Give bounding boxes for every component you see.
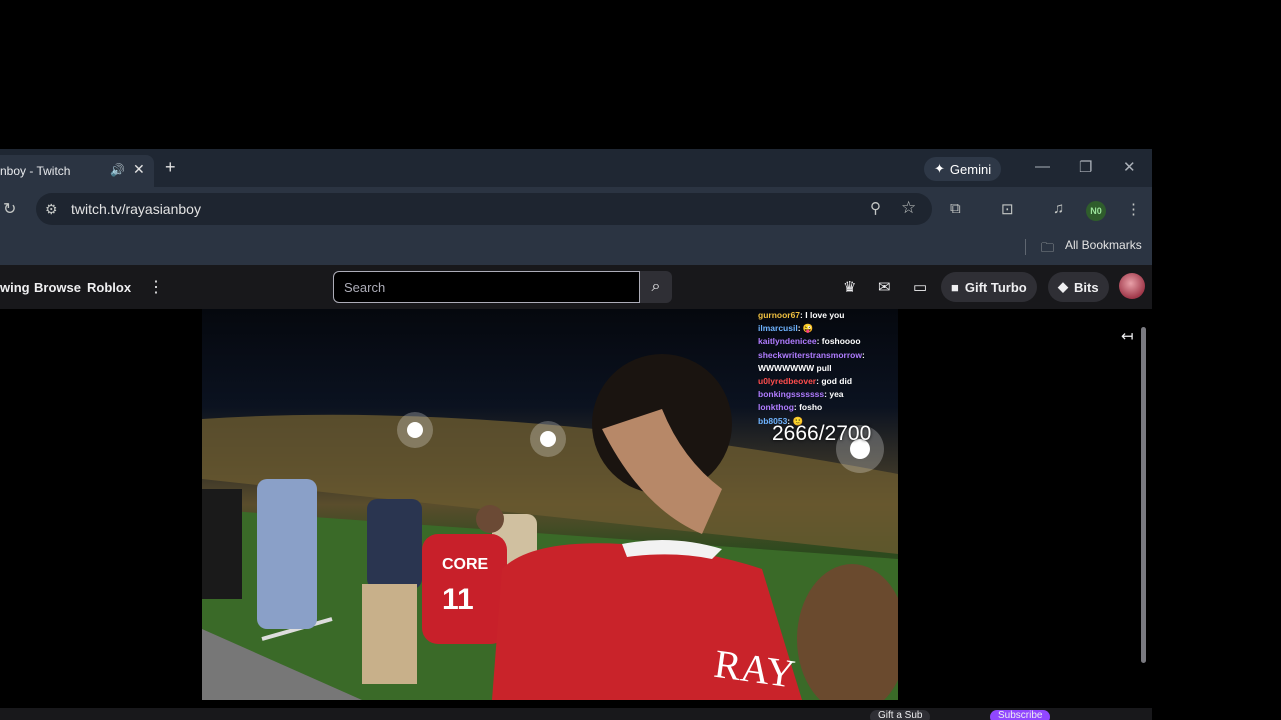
address-bar[interactable]: ⚙ twitch.tv/rayasianboy ⚲ ☆ [36,193,932,225]
stream-content: CORE 11 RAY gurnoor67: I love you ilmarc… [0,309,1152,720]
emote-icon: 😜 [802,323,814,334]
url-text[interactable]: twitch.tv/rayasianboy [71,201,201,217]
gift-turbo-button[interactable]: ■ Gift Turbo [941,272,1037,302]
svg-text:CORE: CORE [442,556,489,573]
tab-title: nboy - Twitch [0,164,71,178]
close-tab-icon[interactable]: ✕ [133,161,145,178]
browser-toolbar: ↻ ⚙ twitch.tv/rayasianboy ⚲ ☆ ⧉ ⊡ ♫ N0 ⋮ [0,187,1152,231]
gift-sub-button[interactable]: Gift a Sub [870,710,931,720]
inbox-icon[interactable]: ✉ [878,278,891,296]
video-icon: ■ [951,279,959,295]
reload-icon[interactable]: ↻ [3,199,16,219]
gemini-label: Gemini [949,161,992,177]
nav-following[interactable]: wing [0,280,30,295]
bits-icon: ◆ [1058,279,1068,294]
chat-line: lonkthog: fosho [758,402,823,413]
all-bookmarks-link[interactable]: All Bookmarks [1065,238,1142,252]
bits-button[interactable]: ◆ Bits [1048,272,1109,302]
speaker-icon[interactable]: 🔊 [110,163,125,177]
search-button[interactable]: ⌕ [640,271,672,303]
profile-avatar[interactable]: N0 [1086,201,1106,221]
chat-line: sheckwriterstransmorrow: [758,349,865,360]
scrollbar[interactable] [1141,327,1146,663]
window-close-icon[interactable]: ✕ [1123,158,1136,176]
whispers-icon[interactable]: ▭ [913,278,927,296]
bookmarks-bar: 🗀 All Bookmarks [0,231,1152,265]
search-placeholder: Search [344,280,386,295]
search-icon: ⌕ [651,278,661,295]
collapse-chat-icon[interactable]: ↤ [1121,327,1134,345]
browser-window: nboy - Twitch 🔊 ✕ + ✦ Gemini — ❐ ✕ ↻ ⚙ t… [0,149,1152,720]
jersey-number-text: 11 [442,583,474,616]
chat-line: gurnoor67: I love you [758,310,845,320]
nav-browse[interactable]: Browse [34,280,81,295]
tab-search-icon[interactable]: ⊡ [1001,200,1014,218]
gemini-button[interactable]: ✦ Gemini [924,157,1002,181]
user-avatar[interactable] [1119,273,1145,299]
chat-line: kaitlyndenicee: foshoooo [758,336,861,347]
new-tab-icon[interactable]: + [165,157,176,178]
nav-roblox[interactable]: Roblox [87,280,131,295]
bits-label: Bits [1074,279,1099,295]
site-settings-icon[interactable]: ⚙ [45,201,58,218]
chat-line: WWWWWWW pull [758,362,832,373]
media-controls-icon[interactable]: ♫ [1053,200,1064,217]
video-player[interactable]: CORE 11 RAY gurnoor67: I love you ilmarc… [202,309,898,700]
chat-line: u0lyredbeover: god did [758,376,853,387]
goal-counter: 2666/2700 [772,422,872,445]
channel-bottom-bar: Gift a Sub Subscribe [0,708,1152,720]
chat-overlay: gurnoor67: I love you ilmarcusil: 😜 kait… [758,309,898,428]
tab-strip: nboy - Twitch 🔊 ✕ + ✦ Gemini — ❐ ✕ [0,149,1152,187]
twitch-top-nav: wing Browse Roblox ⋮ Search ⌕ ♛ ✉ ▭ ■ Gi… [0,265,1152,309]
bookmark-star-icon[interactable]: ☆ [901,198,916,218]
more-icon[interactable]: ⋮ [148,277,164,297]
extensions-icon[interactable]: ⧉ [950,200,961,217]
sparkle-icon: ✦ [934,161,945,176]
restore-icon[interactable]: ❐ [1079,158,1092,176]
chat-line: ilmarcusil: 😜 [758,323,814,334]
menu-kebab-icon[interactable]: ⋮ [1126,200,1141,218]
browser-tab[interactable]: nboy - Twitch 🔊 ✕ [0,155,154,187]
zoom-icon[interactable]: ⚲ [870,199,881,217]
gift-turbo-label: Gift Turbo [964,279,1027,295]
divider [1025,239,1026,255]
subscribe-button[interactable]: Subscribe [990,710,1051,720]
folder-icon[interactable]: 🗀 [1041,239,1054,261]
search-input[interactable]: Search [333,271,640,303]
minimize-icon[interactable]: — [1035,158,1050,175]
crown-icon[interactable]: ♛ [843,278,856,296]
chat-line: bonkingsssssss: yea [758,389,844,400]
